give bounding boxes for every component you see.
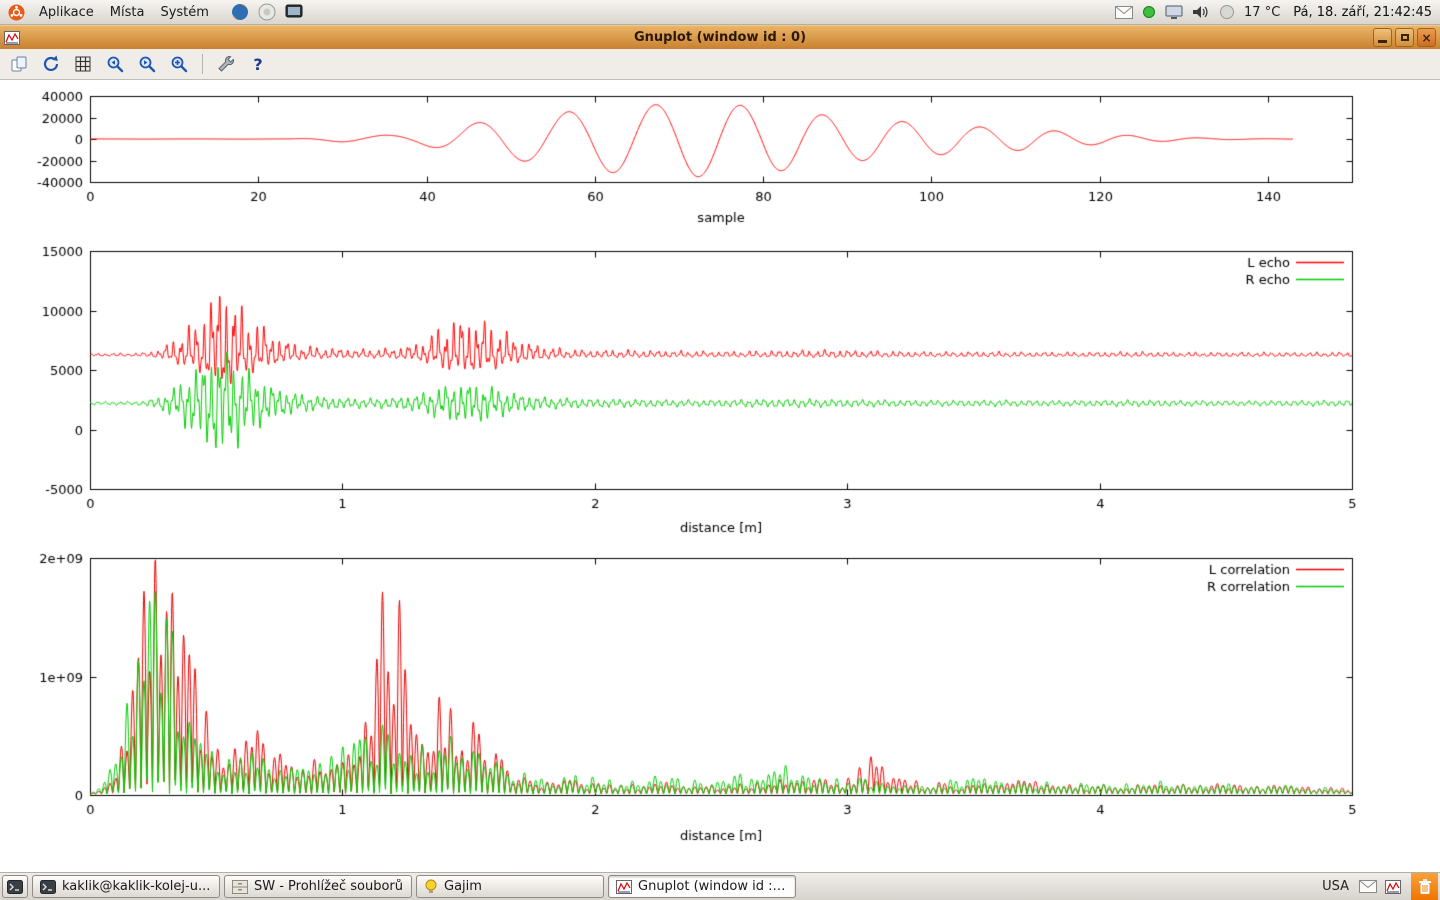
menu-system-label: Systém	[160, 5, 208, 20]
ubuntu-logo-icon[interactable]	[8, 4, 25, 21]
maximize-button[interactable]	[1395, 28, 1414, 47]
trash-applet[interactable]	[1411, 873, 1438, 900]
close-icon: ×	[1421, 32, 1431, 44]
gnuplot-tray-icon[interactable]	[1385, 880, 1401, 894]
zoom-previous-icon	[105, 54, 125, 74]
taskbar-window-label: SW - Prohlížeč souborů	[254, 879, 403, 894]
temperature-label: 17 °C	[1244, 5, 1280, 20]
grid-icon	[73, 54, 93, 74]
top-panel: Aplikace Místa Systém	[0, 0, 1440, 25]
window-title: Gnuplot (window id : 0)	[0, 30, 1440, 45]
window-titlebar[interactable]: Gnuplot (window id : 0) ×	[0, 25, 1440, 49]
taskbar-window-terminal[interactable]: kaklik@kaklik-kolej-u...	[32, 875, 220, 898]
zoom-reset-button[interactable]	[166, 51, 192, 77]
taskbar-window-label: Gnuplot (window id : 0)	[638, 879, 788, 894]
window-controls: ×	[1373, 28, 1436, 47]
menu-places[interactable]: Místa	[108, 5, 147, 20]
firefox-icon[interactable]	[231, 3, 249, 21]
terminal-icon	[40, 880, 56, 894]
help-browser-icon[interactable]	[258, 3, 276, 21]
minimize-button[interactable]	[1373, 28, 1392, 47]
refresh-icon	[41, 54, 61, 74]
file-manager-icon	[232, 880, 248, 894]
menu-places-label: Místa	[110, 5, 145, 20]
taskbar: kaklik@kaklik-kolej-u... SW - Prohlížeč …	[0, 872, 1440, 900]
menu-system[interactable]: Systém	[158, 5, 210, 20]
maximize-icon	[1401, 34, 1409, 41]
clock[interactable]: Pá, 18. září, 21:42:45	[1293, 5, 1432, 20]
show-desktop-icon	[7, 880, 23, 894]
help-icon: ?	[253, 55, 262, 74]
copy-icon	[9, 54, 29, 74]
taskbar-window-gajim[interactable]: Gajim	[416, 875, 604, 898]
taskbar-window-label: kaklik@kaklik-kolej-u...	[62, 879, 210, 894]
taskbar-window-label: Gajim	[444, 879, 482, 894]
settings-button[interactable]	[213, 51, 239, 77]
menu-applications-label: Aplikace	[39, 5, 94, 20]
toolbar-separator	[202, 54, 203, 74]
plot-canvas-correlation[interactable]	[0, 550, 1440, 850]
trash-icon	[1417, 878, 1433, 896]
keyboard-layout-indicator[interactable]: USA	[1316, 879, 1355, 894]
taskbar-window-gnuplot[interactable]: Gnuplot (window id : 0)	[608, 875, 796, 898]
taskbar-window-file-manager[interactable]: SW - Prohlížeč souborů	[224, 875, 412, 898]
zoom-next-icon	[137, 54, 157, 74]
menu-applications[interactable]: Aplikace	[37, 5, 96, 20]
monitor-icon[interactable]	[1165, 5, 1183, 20]
weather-icon[interactable]	[1219, 4, 1235, 20]
panel-tray: 17 °C Pá, 18. září, 21:42:45	[1115, 4, 1432, 20]
mail-icon[interactable]	[1359, 880, 1377, 893]
mail-icon[interactable]	[1115, 6, 1133, 19]
gajim-status-icon[interactable]	[1142, 5, 1156, 19]
zoom-reset-icon	[169, 54, 189, 74]
plot-area	[0, 80, 1440, 872]
desktop: Aplikace Místa Systém	[0, 0, 1440, 900]
zoom-next-button[interactable]	[134, 51, 160, 77]
screen-icon[interactable]	[285, 4, 303, 20]
speaker-icon[interactable]	[1192, 5, 1210, 19]
window-toolbar: ?	[0, 49, 1440, 80]
plot-canvas-sample-signal[interactable]	[0, 88, 1440, 238]
minimize-icon	[1378, 40, 1387, 43]
zoom-previous-button[interactable]	[102, 51, 128, 77]
plot-canvas-echo[interactable]	[0, 244, 1440, 540]
settings-wrench-icon	[216, 54, 236, 74]
taskbar-tray	[1359, 880, 1401, 894]
copy-button[interactable]	[6, 51, 32, 77]
help-button[interactable]: ?	[245, 51, 271, 77]
replot-button[interactable]	[38, 51, 64, 77]
grid-toggle-button[interactable]	[70, 51, 96, 77]
gajim-icon	[424, 879, 438, 895]
panel-launchers	[231, 3, 303, 21]
gnuplot-icon	[616, 880, 632, 894]
close-button[interactable]: ×	[1417, 28, 1436, 47]
show-desktop-button[interactable]	[2, 875, 28, 898]
